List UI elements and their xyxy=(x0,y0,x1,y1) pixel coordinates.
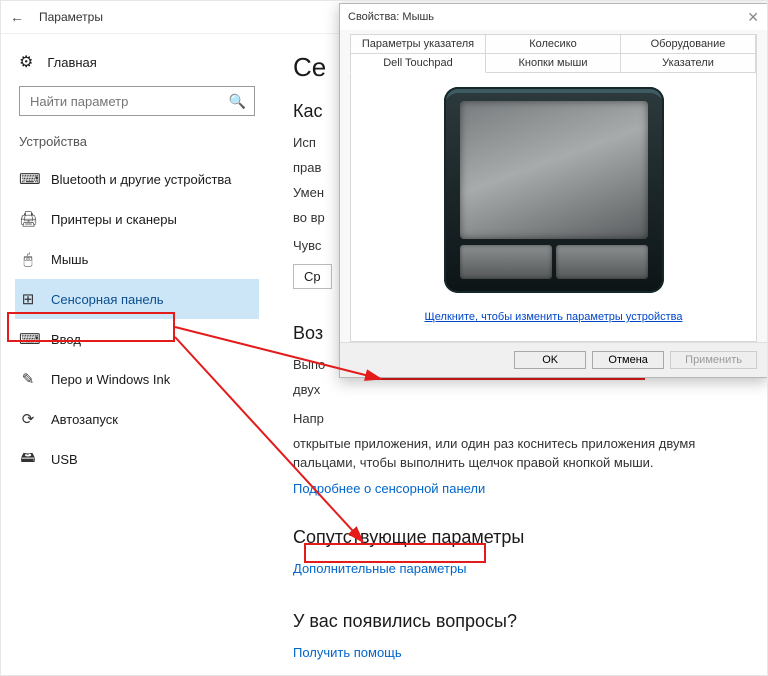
section-help: У вас появились вопросы? xyxy=(293,611,745,632)
window-title: Параметры xyxy=(39,10,103,24)
usb-icon: 🖴 xyxy=(19,447,37,472)
pen-icon: ✎ xyxy=(19,370,37,388)
nav-pen[interactable]: ✎Перо и Windows Ink xyxy=(15,359,259,399)
home-nav[interactable]: ⚙ Главная xyxy=(19,52,255,72)
mouse-icon: 🖱 xyxy=(19,251,37,268)
nav-list: ⌨Bluetooth и другие устройства 🖨Принтеры… xyxy=(15,159,259,479)
autoplay-icon: ⟳ xyxy=(19,410,37,428)
gear-icon: ⚙ xyxy=(19,52,33,72)
group-label: Устройства xyxy=(19,134,255,149)
nav-autoplay[interactable]: ⟳Автозапуск xyxy=(15,399,259,439)
sidebar: ⚙ Главная 🔍 Устройства ⌨Bluetooth и друг… xyxy=(1,34,271,676)
dialog-tabs: Параметры указателя Колесико Оборудовани… xyxy=(350,34,757,342)
search-icon: 🔍 xyxy=(229,93,246,110)
tab-buttons[interactable]: Кнопки мыши xyxy=(485,53,621,73)
tab-pointer-options[interactable]: Параметры указателя xyxy=(350,34,486,54)
search-input[interactable] xyxy=(28,93,229,110)
change-device-settings-link[interactable]: Щелкните, чтобы изменить параметры устро… xyxy=(424,311,682,323)
touchpad-image xyxy=(444,87,664,293)
nav-touchpad[interactable]: ⊞Сенсорная панель xyxy=(15,279,259,319)
touchpad-icon: ⊞ xyxy=(19,290,37,308)
sensitivity-dropdown[interactable]: Ср xyxy=(293,264,332,289)
learn-more-link[interactable]: Подробнее о сенсорной панели xyxy=(293,481,485,496)
bluetooth-icon: ⌨ xyxy=(19,170,37,188)
printer-icon: 🖨 xyxy=(19,210,37,228)
nav-printers[interactable]: 🖨Принтеры и сканеры xyxy=(15,199,259,239)
back-button[interactable]: ← xyxy=(9,9,25,25)
cancel-button[interactable]: Отмена xyxy=(592,351,664,369)
mouse-properties-dialog: Свойства: Мышь ✕ Параметры указателя Кол… xyxy=(339,3,768,378)
nav-bluetooth[interactable]: ⌨Bluetooth и другие устройства xyxy=(15,159,259,199)
search-box[interactable]: 🔍 xyxy=(19,86,255,116)
tab-pointers[interactable]: Указатели xyxy=(620,53,756,73)
close-icon[interactable]: ✕ xyxy=(747,9,759,26)
keyboard-icon: ⌨ xyxy=(19,330,37,348)
tab-dell-touchpad[interactable]: Dell Touchpad xyxy=(350,53,486,73)
home-label: Главная xyxy=(47,55,96,70)
nav-typing[interactable]: ⌨Ввод xyxy=(15,319,259,359)
apply-button: Применить xyxy=(670,351,757,369)
tab-hardware[interactable]: Оборудование xyxy=(620,34,756,54)
ok-button[interactable]: OK xyxy=(514,351,586,369)
section-related: Сопутствующие параметры xyxy=(293,527,745,548)
tab-wheel[interactable]: Колесико xyxy=(485,34,621,54)
additional-settings-link[interactable]: Дополнительные параметры xyxy=(293,561,467,576)
nav-usb[interactable]: 🖴USB xyxy=(15,439,259,479)
nav-mouse[interactable]: 🖱Мышь xyxy=(15,239,259,279)
get-help-link[interactable]: Получить помощь xyxy=(293,645,402,660)
dialog-title: Свойства: Мышь xyxy=(348,11,434,23)
